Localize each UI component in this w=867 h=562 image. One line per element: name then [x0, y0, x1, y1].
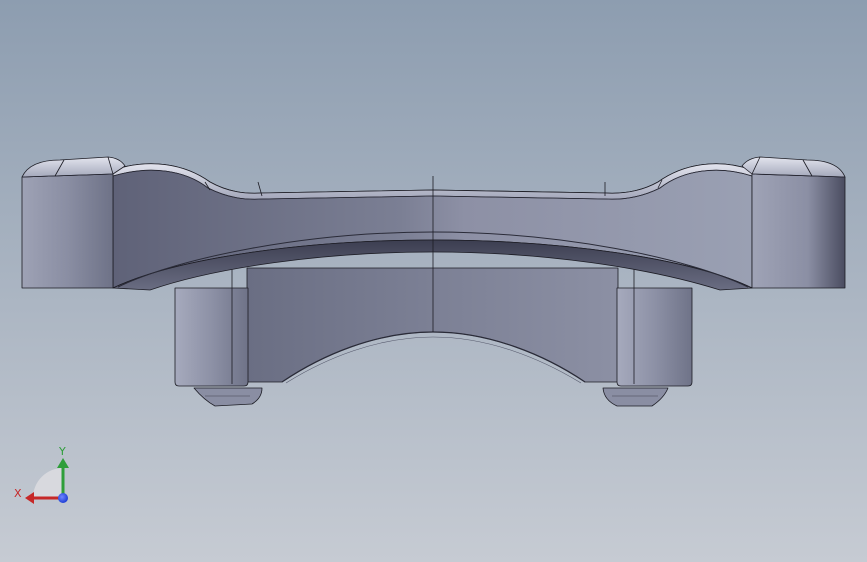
model-scene[interactable]: Y X — [0, 0, 867, 562]
right-boss-cylinder — [616, 287, 693, 387]
right-end-cylinder — [751, 173, 846, 289]
z-axis-dot — [58, 493, 68, 503]
graphics-viewport[interactable]: Y X — [0, 0, 867, 562]
x-axis-label: X — [14, 487, 22, 500]
left-end-cylinder — [21, 173, 114, 289]
left-boss-cylinder — [174, 287, 249, 387]
y-axis-label: Y — [58, 445, 66, 458]
